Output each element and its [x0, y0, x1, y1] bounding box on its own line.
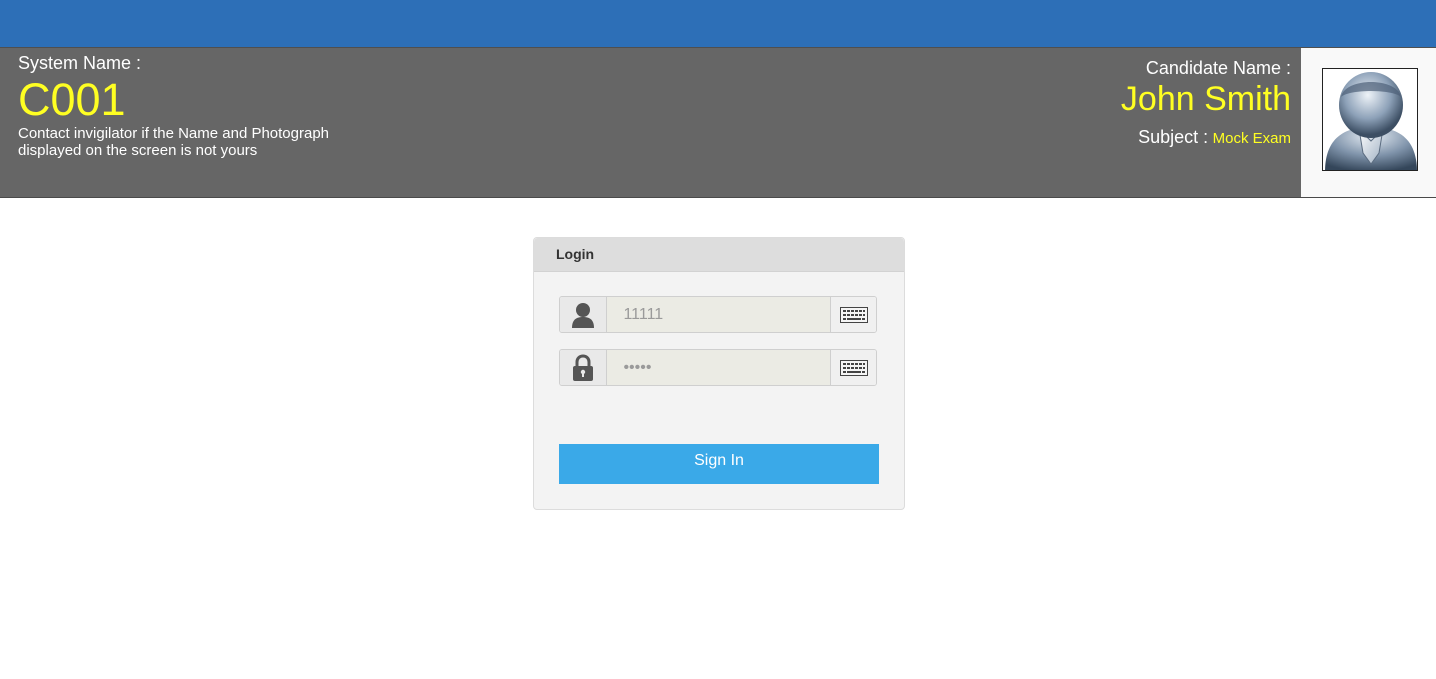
system-name-label: System Name :	[18, 53, 142, 73]
subject-value: Mock Exam	[1212, 130, 1291, 147]
sign-in-button[interactable]: Sign In	[559, 444, 879, 484]
system-name-value: C001	[18, 74, 126, 125]
user-icon	[560, 297, 608, 332]
candidate-photo	[1322, 68, 1418, 171]
login-title: Login	[534, 238, 904, 272]
avatar-icon	[1325, 72, 1417, 170]
password-group	[559, 349, 877, 386]
password-input[interactable]	[607, 350, 831, 385]
candidate-name-value: John Smith	[1120, 80, 1291, 118]
subject-label: Subject :	[1138, 127, 1209, 147]
lock-icon	[560, 350, 608, 385]
subject-row: Subject : Mock Exam	[1121, 126, 1291, 150]
invigilator-note: Contact invigilator if the Name and Phot…	[18, 125, 330, 159]
username-group	[559, 296, 877, 333]
candidate-info: Candidate Name : John Smith Subject : Mo…	[1121, 58, 1291, 150]
username-input[interactable]	[607, 297, 831, 332]
login-panel: Login 11111 Sign In	[533, 237, 905, 510]
candidate-name-label: Candidate Name :	[1145, 58, 1291, 78]
photo-panel	[1301, 48, 1436, 197]
top-bar	[0, 0, 1436, 47]
keyboard-icon[interactable]	[830, 297, 876, 332]
candidate-header: System Name : C001 Contact invigilator i…	[0, 47, 1436, 198]
keyboard-icon[interactable]	[830, 350, 876, 385]
